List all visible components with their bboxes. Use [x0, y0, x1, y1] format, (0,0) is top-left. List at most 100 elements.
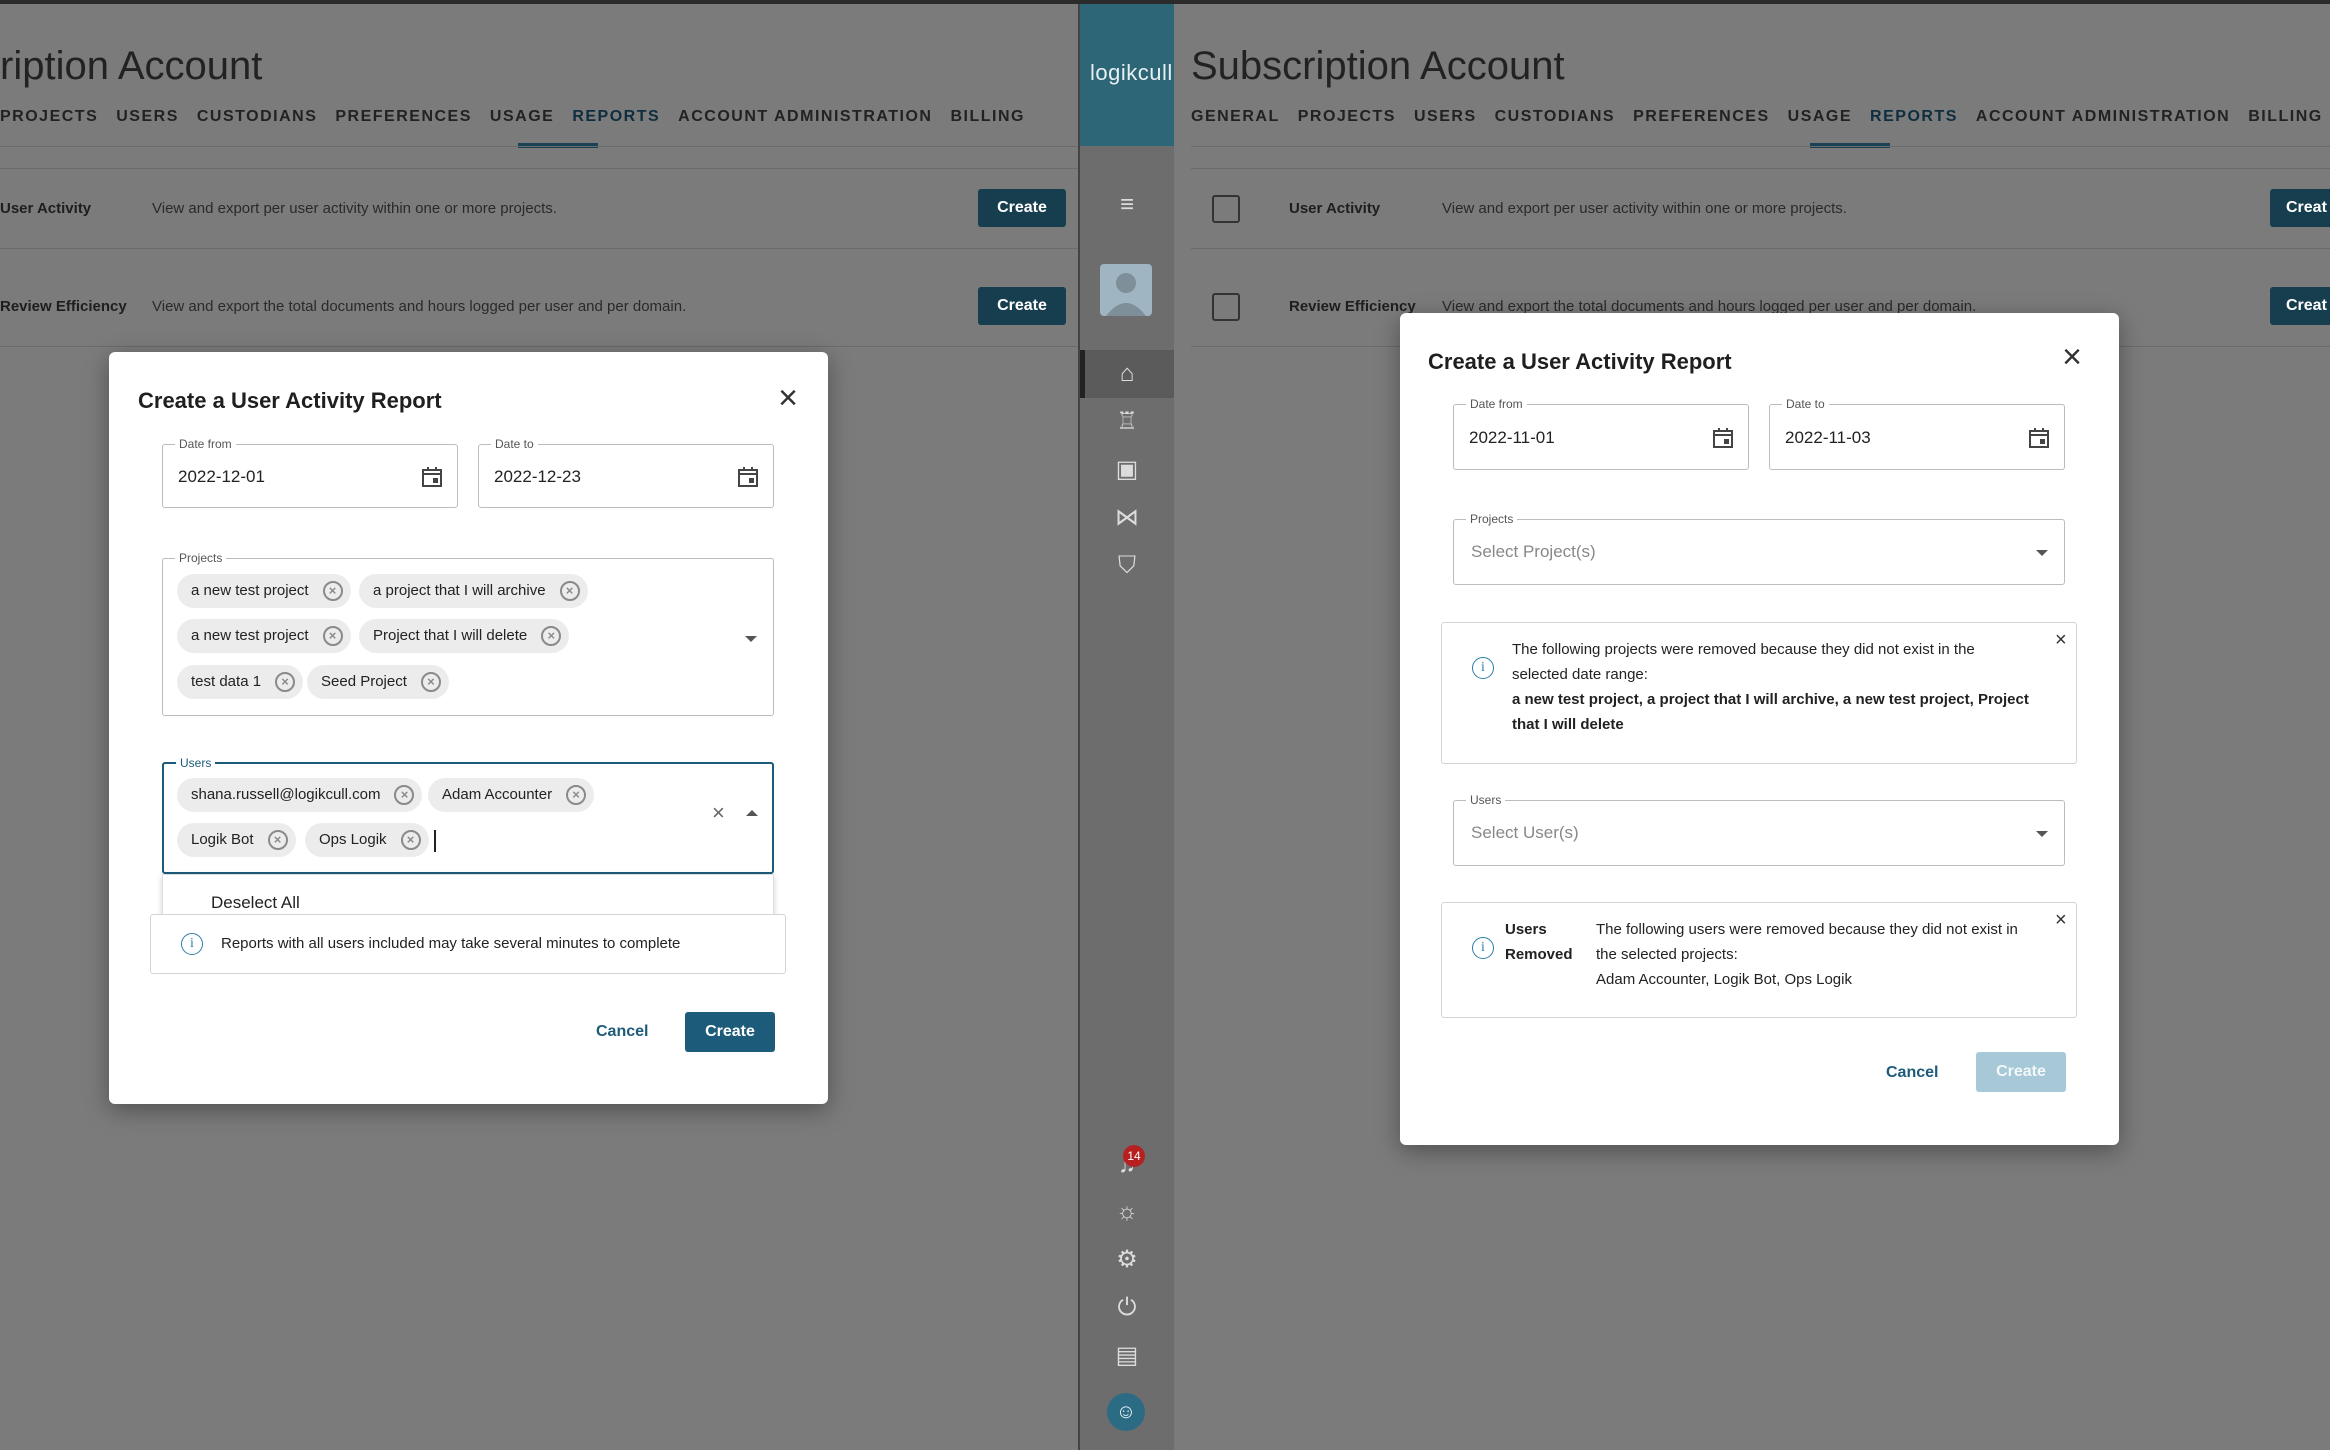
folder-icon[interactable]: ▣ [1110, 453, 1144, 487]
removed-users-list: Adam Accounter, Logik Bot, Ops Logik [1596, 971, 1852, 988]
remove-chip-icon[interactable]: × [541, 626, 562, 646]
close-icon[interactable]: × [773, 381, 803, 415]
tab-users[interactable]: USERS [1414, 108, 1477, 126]
chevron-down-icon[interactable] [745, 636, 757, 642]
account-tabs: GENERAL PROJECTS USERS CUSTODIANS PREFER… [1191, 108, 2323, 126]
gear-icon[interactable]: ⚙ [1110, 1243, 1144, 1277]
user-avatar-icon [1106, 273, 1146, 316]
date-from-value: 2022-11-01 [1469, 428, 1555, 447]
dismiss-notice-icon[interactable]: × [2055, 629, 2067, 652]
tab-preferences[interactable]: PREFERENCES [1633, 108, 1770, 126]
create-review-efficiency-button[interactable]: Create [978, 287, 1066, 325]
create-user-activity-button[interactable]: Create [978, 189, 1066, 227]
projects-label: Projects [175, 551, 227, 565]
tab-reports[interactable]: REPORTS [572, 108, 660, 126]
projects-select[interactable]: Projects a new test project × a project t… [162, 551, 774, 716]
tab-users[interactable]: USERS [116, 108, 179, 126]
tab-projects[interactable]: PROJECTS [0, 108, 98, 126]
create-button[interactable]: Create [1976, 1052, 2066, 1092]
chip-label: shana.russell@logikcull.com [191, 786, 381, 803]
tab-custodians[interactable]: CUSTODIANS [197, 108, 318, 126]
remove-chip-icon[interactable]: × [267, 830, 288, 850]
tab-usage[interactable]: USAGE [1788, 108, 1852, 126]
users-label: Users [1466, 793, 1506, 807]
create-review-efficiency-button[interactable]: Creat [2270, 287, 2330, 325]
notification-badge: 14 [1123, 1145, 1145, 1167]
share-icon[interactable]: ⋈ [1110, 501, 1144, 535]
clear-icon[interactable]: × [712, 800, 725, 826]
chip-label: test data 1 [191, 673, 262, 690]
tab-billing[interactable]: BILLING [2248, 108, 2323, 126]
remove-chip-icon[interactable]: × [420, 672, 441, 692]
power-icon[interactable]: ⏻ [1110, 1291, 1144, 1325]
users-placeholder: Select User(s) [1471, 823, 1579, 842]
users-select[interactable]: Users Select User(s) [1453, 793, 2065, 866]
chevron-up-icon[interactable] [746, 810, 758, 816]
users-select[interactable]: Users shana.russell@logikcull.com × Adam … [162, 756, 774, 874]
row-divider [0, 248, 1078, 249]
users-removed-heading: Users [1505, 921, 1547, 938]
report-desc-review-efficiency: View and export the total documents and … [152, 298, 687, 315]
date-to-value: 2022-11-03 [1785, 428, 1871, 447]
report-name-user-activity: User Activity [1289, 200, 1381, 217]
calendar-icon[interactable] [2028, 427, 2050, 449]
tab-general[interactable]: GENERAL [1191, 108, 1280, 126]
remove-chip-icon[interactable]: × [559, 581, 580, 601]
tabs-divider [1191, 146, 2330, 147]
date-to-label: Date to [491, 437, 538, 451]
remove-chip-icon[interactable]: × [322, 626, 343, 646]
brightness-icon[interactable]: ☼ [1110, 1195, 1144, 1229]
remove-chip-icon[interactable]: × [566, 785, 587, 805]
top-border [0, 0, 2330, 4]
create-user-activity-button[interactable]: Creat [2270, 189, 2330, 227]
calendar-icon[interactable] [737, 466, 759, 488]
avatar[interactable] [1100, 264, 1152, 316]
date-to-field[interactable]: Date to 2022-12-23 [478, 437, 774, 508]
close-icon[interactable]: × [2057, 340, 2087, 374]
remove-chip-icon[interactable]: × [400, 830, 421, 850]
projects-placeholder: Select Project(s) [1471, 542, 1596, 561]
support-chat-icon[interactable]: ☺ [1107, 1393, 1145, 1431]
row-divider [0, 168, 1078, 169]
shield-icon[interactable]: ⛉ [1110, 549, 1144, 583]
create-button[interactable]: Create [685, 1012, 775, 1052]
calendar-icon[interactable] [1712, 427, 1734, 449]
tab-billing[interactable]: BILLING [950, 108, 1025, 126]
screenshot-stage: ription Account PROJECTS USERS CUSTODIAN… [0, 0, 2330, 1450]
tab-preferences[interactable]: PREFERENCES [335, 108, 472, 126]
remove-chip-icon[interactable]: × [322, 581, 343, 601]
collapse-menu-icon[interactable]: ≡ [1110, 188, 1144, 222]
date-from-field[interactable]: Date from 2022-12-01 [162, 437, 458, 508]
date-from-field[interactable]: Date from 2022-11-01 [1453, 397, 1749, 470]
deselect-all-option[interactable]: Deselect All [211, 893, 300, 913]
tab-account-administration[interactable]: ACCOUNT ADMINISTRATION [678, 108, 932, 126]
tab-custodians[interactable]: CUSTODIANS [1495, 108, 1616, 126]
user-activity-report-modal: Create a User Activity Report × Date fro… [1400, 313, 2119, 1145]
projects-removed-notice: i × The following projects were removed … [1441, 622, 2077, 764]
chevron-down-icon[interactable] [2036, 831, 2048, 837]
calendar-icon[interactable] [421, 466, 443, 488]
cancel-button[interactable]: Cancel [1886, 1064, 1938, 1082]
remove-chip-icon[interactable]: × [275, 672, 296, 692]
projects-label: Projects [1466, 512, 1518, 526]
tab-projects[interactable]: PROJECTS [1298, 108, 1396, 126]
trophy-icon[interactable]: ♖ [1110, 405, 1144, 439]
remove-chip-icon[interactable]: × [394, 785, 415, 805]
projects-select[interactable]: Projects Select Project(s) [1453, 512, 2065, 585]
tab-usage[interactable]: USAGE [490, 108, 554, 126]
chevron-down-icon[interactable] [2036, 550, 2048, 556]
admin-icon[interactable]: ▤ [1110, 1339, 1144, 1373]
tab-reports[interactable]: REPORTS [1870, 108, 1958, 126]
home-icon[interactable]: ⌂ [1110, 357, 1144, 391]
report-name-review-efficiency: Review Efficiency [1289, 298, 1416, 315]
modal-title: Create a User Activity Report [1428, 349, 1732, 374]
users-removed-notice: i × Users Removed The following users we… [1441, 902, 2077, 1018]
dismiss-notice-icon[interactable]: × [2055, 909, 2067, 932]
tab-account-administration[interactable]: ACCOUNT ADMINISTRATION [1976, 108, 2230, 126]
user-chip: Logik Bot × [177, 823, 296, 857]
logo-block: logikcull [1080, 4, 1174, 146]
date-to-field[interactable]: Date to 2022-11-03 [1769, 397, 2065, 470]
cancel-button[interactable]: Cancel [596, 1023, 648, 1041]
account-tabs: PROJECTS USERS CUSTODIANS PREFERENCES US… [0, 108, 1025, 126]
users-removed-heading: Removed [1505, 946, 1573, 963]
